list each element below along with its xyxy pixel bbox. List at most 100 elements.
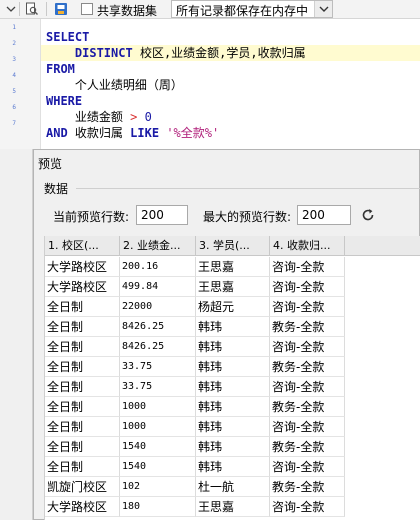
search-document-icon[interactable]	[25, 2, 39, 16]
storage-mode-dropdown-button[interactable]	[314, 1, 332, 17]
column-header[interactable]: 4. 收款归...	[270, 236, 345, 256]
column-list: 校区,业绩金额,学员,收款归属	[139, 46, 306, 60]
table-name: 个人业绩明细（周）	[74, 78, 183, 92]
table-row[interactable]: 全日制 8426.25 韩玮 咨询-全款	[45, 337, 345, 357]
table-row[interactable]: 全日制 1000 韩玮 教务-全款	[45, 397, 345, 417]
storage-mode-select[interactable]: 所有记录都保存在内存中	[171, 0, 333, 18]
grid-header: 1. 校区(... 2. 业绩金... 3. 学员(... 4. 收款归...	[45, 236, 420, 256]
table-cell[interactable]: 王思嘉	[196, 257, 270, 277]
table-cell[interactable]: 韩玮	[196, 357, 270, 377]
table-row[interactable]: 凯旋门校区 102 杜一航 教务-全款	[45, 477, 345, 497]
table-cell[interactable]: 8426.25	[120, 337, 196, 357]
preview-grid[interactable]: 1. 校区(... 2. 业绩金... 3. 学员(... 4. 收款归... …	[44, 236, 420, 520]
sql-editor[interactable]: 1 2 3 4 5 6 7 SELECT DISTINCT 校区,业绩金额,学员…	[0, 19, 420, 149]
code-line-7: AND 收款归属 LIKE '%全款%'	[41, 125, 420, 141]
table-cell[interactable]: 教务-全款	[270, 357, 345, 377]
code-line-4: 个人业绩明细（周）	[41, 77, 420, 93]
table-row[interactable]: 全日制 22000 杨超元 咨询-全款	[45, 297, 345, 317]
table-cell[interactable]: 凯旋门校区	[45, 477, 120, 497]
toolbar-separator	[46, 2, 47, 16]
column-header[interactable]: 2. 业绩金...	[120, 236, 196, 256]
column-header[interactable]: 3. 学员(...	[196, 236, 270, 256]
toolbar-separator	[19, 2, 20, 16]
table-cell[interactable]: 200.16	[120, 257, 196, 277]
table-cell[interactable]: 全日制	[45, 377, 120, 397]
table-cell[interactable]: 全日制	[45, 457, 120, 477]
table-row[interactable]: 大学路校区 200.16 王思嘉 咨询-全款	[45, 257, 345, 277]
table-cell[interactable]: 咨询-全款	[270, 417, 345, 437]
share-dataset-checkbox[interactable]	[81, 3, 93, 15]
current-rows-input[interactable]: 200	[136, 205, 188, 225]
table-cell[interactable]: 王思嘉	[196, 277, 270, 297]
table-cell[interactable]: 102	[120, 477, 196, 497]
table-cell[interactable]: 全日制	[45, 437, 120, 457]
table-cell[interactable]: 22000	[120, 297, 196, 317]
table-row[interactable]: 全日制 1000 韩玮 咨询-全款	[45, 417, 345, 437]
table-cell[interactable]: 1000	[120, 397, 196, 417]
code-line-6: 业绩金额 > 0	[41, 109, 420, 125]
max-rows-input[interactable]: 200	[297, 205, 351, 225]
table-cell[interactable]: 全日制	[45, 337, 120, 357]
table-cell[interactable]: 咨询-全款	[270, 337, 345, 357]
share-dataset-label: 共享数据集	[97, 4, 158, 18]
table-row[interactable]: 全日制 1540 韩玮 教务-全款	[45, 437, 345, 457]
table-row[interactable]: 大学路校区 499.84 王思嘉 咨询-全款	[45, 277, 345, 297]
condition-value: 0	[144, 110, 152, 124]
refresh-icon[interactable]	[361, 208, 375, 222]
table-cell[interactable]: 韩玮	[196, 337, 270, 357]
line-number: 6	[12, 104, 16, 111]
table-cell[interactable]: 杜一航	[196, 477, 270, 497]
table-cell[interactable]: 全日制	[45, 297, 120, 317]
table-cell[interactable]: 咨询-全款	[270, 497, 345, 517]
keyword-from: FROM	[46, 62, 75, 76]
table-cell[interactable]: 全日制	[45, 397, 120, 417]
keyword-and: AND	[46, 126, 68, 140]
keyword-select: SELECT	[46, 30, 90, 44]
table-cell[interactable]: 王思嘉	[196, 497, 270, 517]
table-cell[interactable]: 教务-全款	[270, 477, 345, 497]
table-cell[interactable]: 499.84	[120, 277, 196, 297]
table-cell[interactable]: 大学路校区	[45, 497, 120, 517]
table-cell[interactable]: 咨询-全款	[270, 297, 345, 317]
table-cell[interactable]: 咨询-全款	[270, 457, 345, 477]
table-cell[interactable]: 咨询-全款	[270, 377, 345, 397]
table-cell[interactable]: 教务-全款	[270, 437, 345, 457]
table-cell[interactable]: 韩玮	[196, 457, 270, 477]
table-cell[interactable]: 1000	[120, 417, 196, 437]
table-cell[interactable]: 全日制	[45, 357, 120, 377]
table-cell[interactable]: 全日制	[45, 317, 120, 337]
dropdown-arrow-icon[interactable]	[4, 2, 18, 16]
table-cell[interactable]: 咨询-全款	[270, 277, 345, 297]
table-cell[interactable]: 韩玮	[196, 437, 270, 457]
table-row[interactable]: 全日制 8426.25 韩玮 教务-全款	[45, 317, 345, 337]
table-cell[interactable]: 韩玮	[196, 317, 270, 337]
line-number-gutter: 1 2 3 4 5 6 7	[0, 19, 41, 149]
table-cell[interactable]: 180	[120, 497, 196, 517]
table-cell[interactable]: 大学路校区	[45, 257, 120, 277]
table-cell[interactable]: 杨超元	[196, 297, 270, 317]
code-line-2: DISTINCT 校区,业绩金额,学员,收款归属	[41, 45, 420, 61]
table-cell[interactable]: 韩玮	[196, 397, 270, 417]
table-row[interactable]: 大学路校区 180 王思嘉 咨询-全款	[45, 497, 345, 517]
table-cell[interactable]: 全日制	[45, 417, 120, 437]
table-cell[interactable]: 咨询-全款	[270, 257, 345, 277]
table-row[interactable]: 全日制 1540 韩玮 咨询-全款	[45, 457, 345, 477]
table-cell[interactable]: 1540	[120, 457, 196, 477]
shared-dataset-icon[interactable]	[54, 2, 68, 16]
table-cell[interactable]: 韩玮	[196, 417, 270, 437]
line-number: 1	[12, 24, 16, 31]
table-cell[interactable]: 8426.25	[120, 317, 196, 337]
table-cell[interactable]: 教务-全款	[270, 317, 345, 337]
table-cell[interactable]: 韩玮	[196, 377, 270, 397]
table-row[interactable]: 全日制 33.75 韩玮 教务-全款	[45, 357, 345, 377]
table-cell[interactable]: 1540	[120, 437, 196, 457]
line-number: 7	[12, 120, 16, 127]
table-cell[interactable]: 33.75	[120, 377, 196, 397]
table-row[interactable]: 全日制 33.75 韩玮 咨询-全款	[45, 377, 345, 397]
table-cell[interactable]: 大学路校区	[45, 277, 120, 297]
line-number: 2	[12, 40, 16, 47]
table-cell[interactable]: 33.75	[120, 357, 196, 377]
table-cell[interactable]: 教务-全款	[270, 397, 345, 417]
column-header[interactable]: 1. 校区(...	[45, 236, 120, 256]
operator-greater: >	[130, 110, 138, 124]
